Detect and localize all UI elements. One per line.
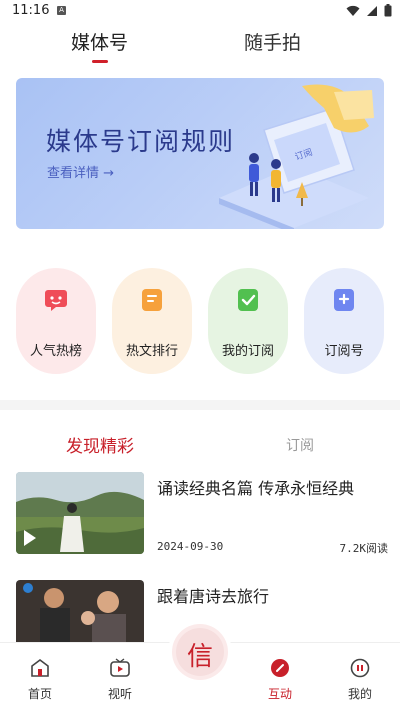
nav-label: 首页 <box>27 687 52 701</box>
wifi-icon <box>346 5 360 16</box>
nav-interact[interactable]: 互动 <box>250 657 310 702</box>
tv-icon <box>110 658 130 677</box>
hot-list-icon <box>45 290 67 311</box>
nav-video[interactable]: 视听 <box>90 657 150 702</box>
active-tab-indicator <box>92 60 108 63</box>
article-title: 跟着唐诗去旅行 <box>157 587 270 606</box>
tab-subscribed[interactable]: 订阅 <box>286 435 314 455</box>
center-publish-button[interactable]: 信 <box>172 624 228 680</box>
xin-logo-icon: 信 <box>176 628 224 676</box>
nav-home[interactable]: 首页 <box>10 657 70 702</box>
category-article-rank[interactable]: 热文排行 <box>112 268 192 374</box>
interact-icon <box>271 659 289 677</box>
category-label: 热文排行 <box>125 344 178 359</box>
article-item[interactable]: 诵读经典名篇 传承永恒经典 2024-09-30 7.2K阅读 <box>16 472 388 560</box>
banner-more-link[interactable]: 查看详情 → <box>47 162 114 181</box>
nav-label: 视听 <box>107 687 132 701</box>
article-title: 诵读经典名篇 传承永恒经典 <box>157 479 355 498</box>
top-tabs: 媒体号 随手拍 <box>0 28 400 68</box>
profile-icon <box>350 658 370 678</box>
category-label: 订阅号 <box>324 344 364 359</box>
category-label: 人气热榜 <box>29 344 82 359</box>
section-divider <box>0 400 400 410</box>
center-glyph: 信 <box>186 642 213 672</box>
category-my-subscription[interactable]: 我的订阅 <box>208 268 288 374</box>
nav-label: 我的 <box>347 687 372 701</box>
category-hot-list[interactable]: 人气热榜 <box>16 268 96 374</box>
tab-snapshot[interactable]: 随手拍 <box>244 28 301 55</box>
subscription-rules-banner[interactable]: 媒体号订阅规则 查看详情 → 订阅 <box>16 78 384 229</box>
category-subscription-account[interactable]: 订阅号 <box>304 268 384 374</box>
category-label: 我的订阅 <box>221 344 274 359</box>
feed-tabs: 发现精彩 订阅 <box>0 432 400 460</box>
nav-label: 互动 <box>267 687 292 701</box>
tab-discover[interactable]: 发现精彩 <box>66 432 134 457</box>
nav-profile[interactable]: 我的 <box>330 657 390 702</box>
signal-icon <box>367 5 377 16</box>
my-subscription-icon <box>238 289 258 311</box>
category-row: 人气热榜 热文排行 我的订阅 订阅号 <box>0 268 400 376</box>
banner-illustration: 订阅 <box>219 84 374 229</box>
tab-media-account[interactable]: 媒体号 <box>71 28 128 55</box>
notification-badge: A <box>57 6 66 15</box>
status-time: 11:16 <box>12 3 50 18</box>
article-read-count: 7.2K阅读 <box>339 542 389 555</box>
status-bar: 11:16 A <box>0 0 400 22</box>
battery-icon <box>384 4 392 17</box>
subscription-account-icon <box>334 289 354 311</box>
article-date: 2024-09-30 <box>157 540 224 553</box>
play-icon <box>24 530 36 546</box>
home-icon <box>31 659 49 677</box>
article-rank-icon <box>142 289 162 311</box>
article-thumbnail <box>16 472 144 554</box>
